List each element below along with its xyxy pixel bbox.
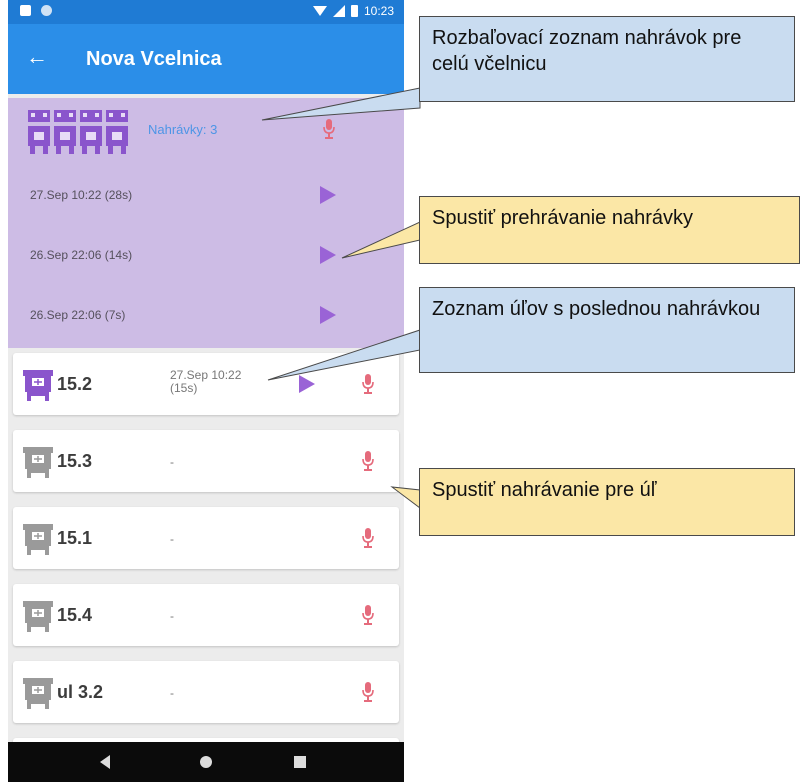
last-recording: - [170, 455, 174, 469]
battery-icon [350, 5, 358, 17]
microphone-icon[interactable] [361, 450, 375, 472]
last-recording: - [170, 686, 174, 700]
last-recording: - [170, 609, 174, 623]
beehive-icon [23, 601, 53, 632]
wifi-icon [312, 6, 327, 16]
nav-back-icon[interactable] [100, 755, 110, 769]
play-icon[interactable] [320, 306, 336, 324]
microphone-icon[interactable] [361, 681, 375, 703]
phone-screen: 10:23 ← Nova Vcelnica Nahrávky: 3 27.Sep… [8, 0, 404, 782]
play-icon[interactable] [320, 186, 336, 204]
callout-apiary-recordings: Rozbaľovací zoznam nahrávok pre celú vče… [419, 16, 795, 102]
page-title: Nova Vcelnica [86, 48, 222, 70]
recording-item: 26.Sep 22:06 (7s) [30, 308, 126, 322]
microphone-icon[interactable] [361, 604, 375, 626]
back-arrow-icon[interactable]: ← [26, 44, 48, 70]
last-recording: - [170, 532, 174, 546]
hive-name: 15.1 [57, 528, 93, 548]
navigation-bar [8, 742, 404, 782]
last-recording: 27.Sep 10:22 (15s) [170, 368, 242, 395]
status-time: 10:23 [363, 4, 394, 18]
microphone-icon[interactable] [322, 118, 336, 140]
nav-recents-icon[interactable] [294, 756, 306, 768]
hive-name: 15.4 [57, 605, 93, 625]
beehive-icon [23, 678, 53, 709]
app-bar: ← Nova Vcelnica [8, 24, 404, 94]
beehive-icon [23, 524, 53, 555]
hive-name: 15.3 [57, 451, 93, 471]
hive-name: ul 3.2 [57, 682, 104, 702]
nav-home-icon[interactable] [200, 756, 212, 768]
hive-name: 15.2 [57, 374, 93, 394]
recording-item: 27.Sep 10:22 (28s) [30, 188, 133, 202]
play-icon[interactable] [320, 246, 336, 264]
status-bar: 10:23 [8, 0, 404, 24]
signal-icon [332, 5, 345, 17]
hive-list-item[interactable]: 15.3 - [13, 430, 399, 492]
hive-list-item[interactable]: 15.4 - [13, 584, 399, 646]
callout-play-recording: Spustiť prehrávanie nahrávky [419, 196, 800, 264]
apiary-icon [28, 110, 128, 154]
recording-item: 26.Sep 22:06 (14s) [30, 248, 133, 262]
beehive-icon [23, 370, 53, 401]
beehive-icon [23, 447, 53, 478]
callout-hive-list: Zoznam úľov s poslednou nahrávkou [419, 287, 795, 373]
microphone-icon[interactable] [361, 527, 375, 549]
microphone-icon[interactable] [361, 373, 375, 395]
hive-list-item[interactable]: ul 3.2 - [13, 661, 399, 723]
callout-start-recording: Spustiť nahrávanie pre úľ [419, 468, 795, 536]
recordings-count: Nahrávky: 3 [148, 122, 218, 137]
sync-icon [41, 5, 52, 16]
hive-list-item[interactable]: 15.1 - [13, 507, 399, 569]
hive-list-item[interactable]: 15.2 27.Sep 10:22 (15s) [13, 353, 399, 415]
notification-icon [20, 5, 31, 16]
play-icon[interactable] [299, 375, 315, 393]
